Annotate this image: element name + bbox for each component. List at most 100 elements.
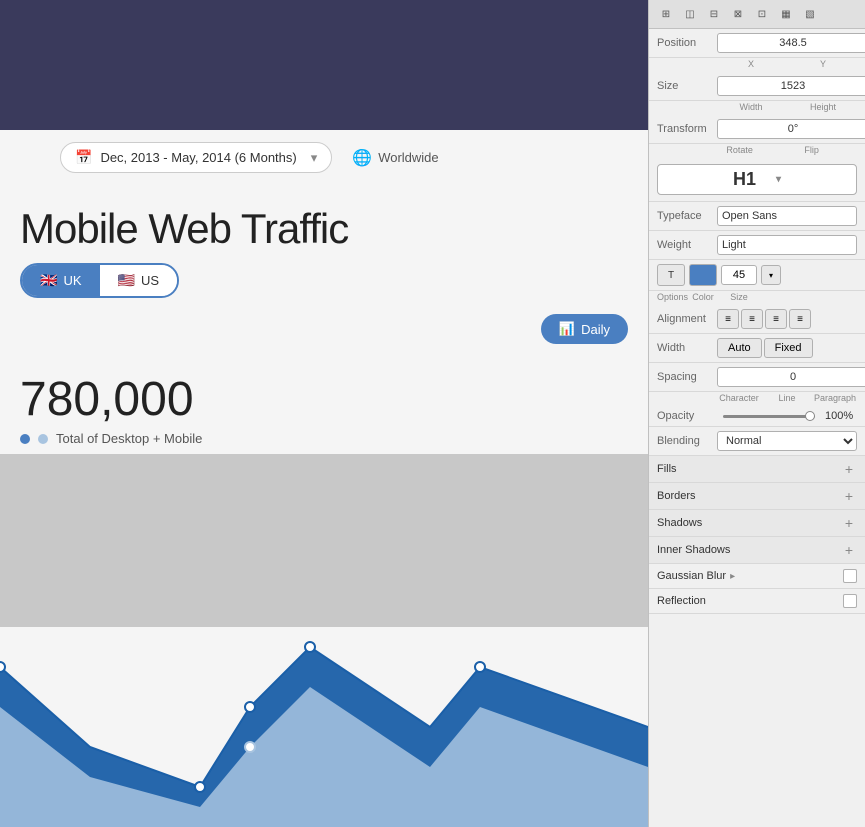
country-toggle: 🇬🇧 UK 🇺🇸 US: [20, 263, 179, 298]
size-sub-label: Size: [721, 292, 757, 302]
us-label: US: [141, 273, 159, 288]
gaussian-blur-label: Gaussian Blur: [657, 570, 726, 582]
spacing-row: Spacing: [649, 363, 865, 392]
weight-label: Weight: [657, 239, 717, 251]
rotate-input[interactable]: [717, 119, 865, 139]
transform-row: Transform ↔ ↕: [649, 115, 865, 144]
text-t-icon: T: [668, 270, 674, 281]
globe-icon: 🌐: [352, 148, 372, 168]
align-right-btn[interactable]: ≡: [765, 309, 787, 329]
typeface-select[interactable]: Open Sans: [717, 206, 857, 226]
fixed-width-btn[interactable]: Fixed: [764, 338, 813, 358]
spacing-sub-labels: Character Line Paragraph: [649, 392, 865, 406]
align-center-btn[interactable]: ≡: [741, 309, 763, 329]
align-right-tool-btn[interactable]: ▧: [799, 4, 821, 24]
align-left-btn[interactable]: ≡: [717, 309, 739, 329]
reflection-checkbox[interactable]: [843, 594, 857, 608]
align-center-h-tool-btn[interactable]: ⊠: [727, 4, 749, 24]
daily-button[interactable]: 📊 Daily: [541, 314, 628, 344]
big-number: 780,000: [20, 372, 628, 427]
gaussian-blur-row: Gaussian Blur ▸: [649, 564, 865, 589]
align-bottom-tool-btn[interactable]: ▦: [775, 4, 797, 24]
font-size-input[interactable]: [721, 265, 757, 285]
data-point-5: [475, 662, 485, 672]
position-row: Position: [649, 29, 865, 58]
worldwide-filter[interactable]: 🌐 Worldwide: [352, 148, 438, 168]
canvas-panel: 📅 Dec, 2013 - May, 2014 (6 Months) ▾ 🌐 W…: [0, 0, 648, 827]
fills-add-btn[interactable]: +: [841, 461, 857, 477]
worldwide-text: Worldwide: [378, 150, 438, 165]
borders-section-header[interactable]: Borders +: [649, 483, 865, 510]
position-sub-labels: X Y: [649, 58, 865, 72]
blending-row: Blending Normal: [649, 427, 865, 456]
inner-shadows-label: Inner Shadows: [657, 544, 730, 556]
calendar-icon: 📅: [75, 149, 92, 166]
flip-sub-label: Flip: [766, 145, 857, 155]
daily-icon: 📊: [559, 321, 575, 337]
opacity-value: 100%: [825, 410, 857, 422]
page-title: Mobile Web Traffic: [20, 205, 628, 253]
desktop-dot: [20, 434, 30, 444]
heading-chevron-icon: ▾: [776, 174, 781, 185]
inner-shadows-add-btn[interactable]: +: [841, 542, 857, 558]
shadows-label: Shadows: [657, 517, 702, 529]
blending-select[interactable]: Normal: [717, 431, 857, 451]
number-area: 780,000 Total of Desktop + Mobile: [0, 352, 648, 454]
char-spacing-input[interactable]: [717, 367, 865, 387]
distribute-h-tool-btn[interactable]: ⊟: [703, 4, 725, 24]
opacity-label: Opacity: [657, 410, 717, 422]
daily-label: Daily: [581, 322, 610, 337]
rotate-sub-label: Rotate: [717, 145, 762, 155]
width-buttons: Auto Fixed: [717, 338, 813, 358]
number-label: Total of Desktop + Mobile: [20, 431, 628, 446]
auto-width-btn[interactable]: Auto: [717, 338, 762, 358]
width-sub-label: Width: [717, 102, 785, 112]
blending-label: Blending: [657, 435, 717, 447]
shadows-section-header[interactable]: Shadows +: [649, 510, 865, 537]
gaussian-blur-checkbox[interactable]: [843, 569, 857, 583]
fills-section-header[interactable]: Fills +: [649, 456, 865, 483]
size-label: Size: [657, 80, 717, 92]
transform-label: Transform: [657, 123, 717, 135]
size-sub-labels: Width Height: [649, 101, 865, 115]
align-top-tool-btn[interactable]: ⊡: [751, 4, 773, 24]
weight-select[interactable]: Light: [717, 235, 857, 255]
weight-row: Weight Light: [649, 231, 865, 260]
inner-shadows-section-header[interactable]: Inner Shadows +: [649, 537, 865, 564]
transform-sub-labels: Rotate Flip: [649, 144, 865, 158]
color-swatch[interactable]: [689, 264, 717, 286]
size-width-input[interactable]: [717, 76, 865, 96]
opacity-slider[interactable]: [723, 415, 815, 418]
data-point-light: [245, 742, 255, 752]
inspector-panel: ⊞ ◫ ⊟ ⊠ ⊡ ▦ ▧ Position X Y Size Width He…: [648, 0, 865, 827]
text-options-row: T ▾: [649, 260, 865, 291]
us-flag-icon: 🇺🇸: [118, 272, 135, 289]
us-toggle-btn[interactable]: 🇺🇸 US: [100, 265, 178, 296]
reflection-label: Reflection: [657, 595, 706, 607]
position-label: Position: [657, 37, 717, 49]
shadows-add-btn[interactable]: +: [841, 515, 857, 531]
date-picker[interactable]: 📅 Dec, 2013 - May, 2014 (6 Months) ▾: [60, 142, 332, 173]
fills-label: Fills: [657, 463, 677, 475]
text-options-labels: Options Color Size: [649, 291, 865, 305]
text-style-btn[interactable]: T: [657, 264, 685, 286]
mobile-dot: [38, 434, 48, 444]
borders-label: Borders: [657, 490, 696, 502]
align-left-tool-btn[interactable]: ◫: [679, 4, 701, 24]
position-x-input[interactable]: [717, 33, 865, 53]
font-size-chevron-btn[interactable]: ▾: [761, 265, 781, 285]
heading-selector[interactable]: H1 ▾: [657, 164, 857, 195]
filter-row: 📅 Dec, 2013 - May, 2014 (6 Months) ▾ 🌐 W…: [0, 130, 648, 185]
align-justify-btn[interactable]: ≡: [789, 309, 811, 329]
borders-add-btn[interactable]: +: [841, 488, 857, 504]
grid-tool-btn[interactable]: ⊞: [655, 4, 677, 24]
size-fields: [717, 76, 865, 96]
date-filter-label: Dec, 2013 - May, 2014 (6 Months): [100, 150, 296, 165]
uk-toggle-btn[interactable]: 🇬🇧 UK: [22, 265, 100, 296]
size-row: Size: [649, 72, 865, 101]
line-sub-label: Line: [765, 393, 809, 403]
heading-label: H1: [733, 169, 756, 190]
chart-area: [0, 627, 648, 827]
gaussian-blur-label-group: Gaussian Blur ▸: [657, 570, 735, 582]
width-row: Width Auto Fixed: [649, 334, 865, 363]
